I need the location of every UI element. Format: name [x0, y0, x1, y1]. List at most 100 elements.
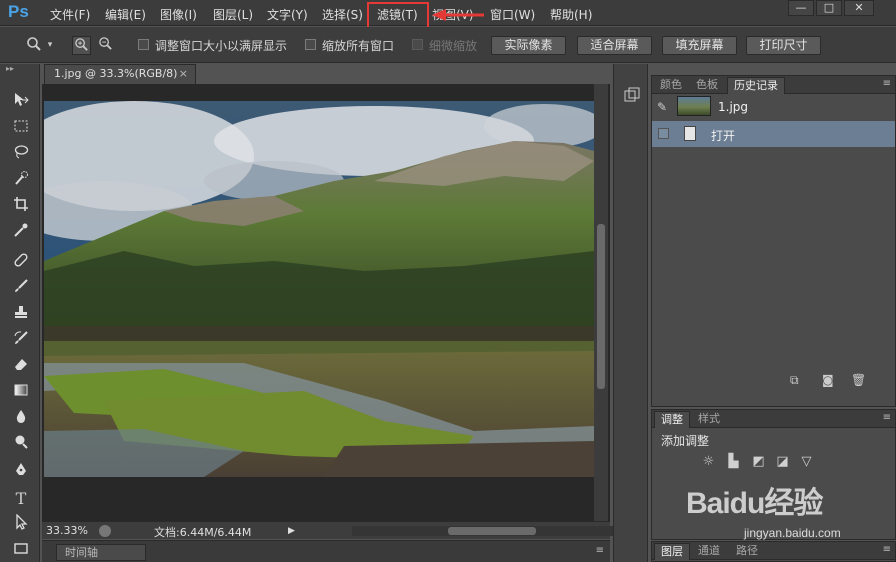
levels-icon[interactable]: ▙ [725, 454, 742, 470]
print-size-button[interactable]: 打印尺寸 [746, 36, 821, 55]
document-tab-title: 1.jpg @ 33.3%(RGB/8) [54, 67, 178, 80]
marquee-tool-icon[interactable] [10, 118, 32, 140]
snapshot-brush-icon[interactable]: ✎ [657, 100, 667, 114]
resize-windows-checkbox[interactable] [138, 39, 149, 50]
clone-stamp-tool-icon[interactable] [10, 304, 32, 326]
zoom-tool-icon[interactable] [24, 36, 43, 55]
path-selection-tool-icon[interactable] [10, 513, 32, 536]
pointer-arrow-icon [432, 9, 484, 21]
history-entry-checkbox[interactable] [658, 128, 669, 139]
snapshot-name: 1.jpg [718, 100, 749, 114]
minimize-button[interactable]: — [788, 0, 814, 16]
menu-bar: Ps 文件(F) 编辑(E) 图像(I) 图层(L) 文字(Y) 选择(S) 滤… [0, 0, 896, 32]
menu-image[interactable]: 图像(I) [160, 6, 197, 23]
gradient-tool-icon[interactable] [10, 382, 32, 404]
eraser-tool-icon[interactable] [10, 356, 32, 378]
history-entry-label: 打开 [711, 129, 736, 143]
new-document-from-state-icon[interactable]: ⧉ [790, 373, 799, 388]
layers-panel: 图层 通道 路径 ≡ [651, 541, 896, 562]
tab-layers[interactable]: 图层 [654, 543, 690, 560]
history-brush-tool-icon[interactable] [10, 330, 32, 352]
fit-screen-button[interactable]: 适合屏幕 [577, 36, 652, 55]
status-menu-arrow-icon[interactable]: ▶ [288, 526, 295, 536]
add-adjustment-title: 添加调整 [661, 434, 710, 448]
tool-preset-chevron-icon[interactable]: ▾ [44, 36, 56, 55]
ps-logo: Ps [8, 2, 29, 21]
watermark-url: jingyan.baidu.com [744, 526, 841, 540]
tab-history[interactable]: 历史记录 [727, 77, 785, 94]
snapshot-thumbnail [677, 96, 711, 116]
document-icon [684, 126, 696, 141]
fill-screen-button[interactable]: 填充屏幕 [662, 36, 737, 55]
menu-file[interactable]: 文件(F) [50, 6, 90, 23]
panel-3d-icon[interactable] [623, 86, 641, 104]
landscape-photo [44, 101, 594, 477]
rectangle-tool-icon[interactable] [10, 540, 32, 562]
history-panel: 颜色 色板 历史记录 ≡ ✎ 1.jpg 打开 ⧉ ◙ 🗑 [651, 75, 896, 407]
scrubby-zoom-label: 细微缩放 [429, 39, 478, 53]
zoom-all-windows-checkbox[interactable] [305, 39, 316, 50]
menu-select[interactable]: 选择(S) [322, 6, 363, 23]
history-entry-row[interactable]: 打开 [652, 121, 895, 147]
dodge-tool-icon[interactable] [10, 434, 32, 456]
tab-color[interactable]: 颜色 [654, 77, 688, 94]
tab-adjustments[interactable]: 调整 [654, 411, 690, 428]
scrubby-zoom-checkbox[interactable] [412, 39, 423, 50]
adjustments-panel-tabs: 调整 样式 ≡ [652, 410, 895, 428]
menu-window[interactable]: 窗口(W) [490, 6, 535, 23]
lasso-tool-icon[interactable] [10, 144, 32, 166]
layers-panel-tabs: 图层 通道 路径 ≡ [652, 542, 895, 560]
timeline-tab[interactable]: 时间轴 [56, 544, 146, 561]
vertical-scroll-thumb[interactable] [597, 224, 605, 389]
exposure-icon[interactable]: ◪ [774, 454, 791, 470]
zoom-all-windows-label: 缩放所有窗口 [322, 39, 395, 53]
zoom-in-icon[interactable] [72, 36, 91, 55]
document-size-info: 文档:6.44M/6.44M [154, 526, 252, 539]
mini-panel-dock [613, 64, 648, 562]
snapshot-camera-icon[interactable]: ◙ [822, 373, 834, 387]
pen-tool-icon[interactable] [10, 462, 32, 484]
toolbox: ▸▸ T [0, 64, 40, 562]
tab-paths[interactable]: 路径 [730, 543, 764, 560]
curves-icon[interactable]: ◩ [750, 454, 767, 470]
menu-help[interactable]: 帮助(H) [550, 6, 592, 23]
zoom-level[interactable]: 33.33% [46, 524, 88, 537]
type-tool-icon[interactable]: T [10, 488, 32, 510]
close-window-button[interactable]: ✕ [844, 0, 874, 16]
crop-tool-icon[interactable] [10, 196, 32, 218]
horizontal-scrollbar[interactable] [352, 526, 642, 536]
brightness-icon[interactable]: ☼ [700, 454, 717, 470]
menu-type[interactable]: 文字(Y) [267, 6, 308, 23]
tab-styles[interactable]: 样式 [692, 411, 726, 428]
horizontal-scroll-thumb[interactable] [448, 527, 536, 535]
options-bar: ▾ 调整窗口大小以满屏显示 缩放所有窗口 细微缩放 实际像素 适合屏幕 填充屏幕… [0, 27, 896, 63]
maximize-button[interactable]: □ [816, 0, 842, 16]
status-bar: 33.33% 文档:6.44M/6.44M ▶ [42, 521, 642, 539]
history-snapshot-row[interactable]: ✎ 1.jpg [652, 94, 895, 120]
brush-tool-icon[interactable] [10, 278, 32, 300]
healing-brush-tool-icon[interactable] [10, 252, 32, 274]
layers-panel-menu-icon[interactable]: ≡ [883, 544, 891, 555]
menu-layer[interactable]: 图层(L) [213, 6, 253, 23]
timeline-panel: 时间轴 ≡ [42, 540, 610, 562]
toolbox-collapse-icon[interactable]: ▸▸ [0, 64, 40, 74]
menu-edit[interactable]: 编辑(E) [105, 6, 146, 23]
tab-channels[interactable]: 通道 [692, 543, 726, 560]
timeline-menu-icon[interactable]: ≡ [596, 545, 604, 556]
tab-swatches[interactable]: 色板 [690, 77, 724, 94]
quick-selection-tool-icon[interactable] [10, 170, 32, 192]
baidu-watermark: Baidu经验 [686, 487, 823, 520]
blur-tool-icon[interactable] [10, 408, 32, 430]
move-tool-icon[interactable] [10, 92, 32, 114]
eyedropper-tool-icon[interactable] [10, 222, 32, 244]
document-tab[interactable]: 1.jpg @ 33.3%(RGB/8) × [44, 64, 196, 84]
trash-icon[interactable]: 🗑 [851, 373, 866, 387]
vibrance-icon[interactable]: ▽ [798, 454, 815, 470]
zoom-out-icon[interactable] [96, 36, 115, 55]
status-info-icon[interactable] [99, 525, 111, 537]
adjustments-panel-menu-icon[interactable]: ≡ [883, 412, 891, 423]
vertical-scrollbar[interactable] [594, 84, 608, 521]
actual-pixels-button[interactable]: 实际像素 [491, 36, 566, 55]
close-tab-icon[interactable]: × [179, 65, 188, 83]
history-panel-menu-icon[interactable]: ≡ [883, 78, 891, 89]
